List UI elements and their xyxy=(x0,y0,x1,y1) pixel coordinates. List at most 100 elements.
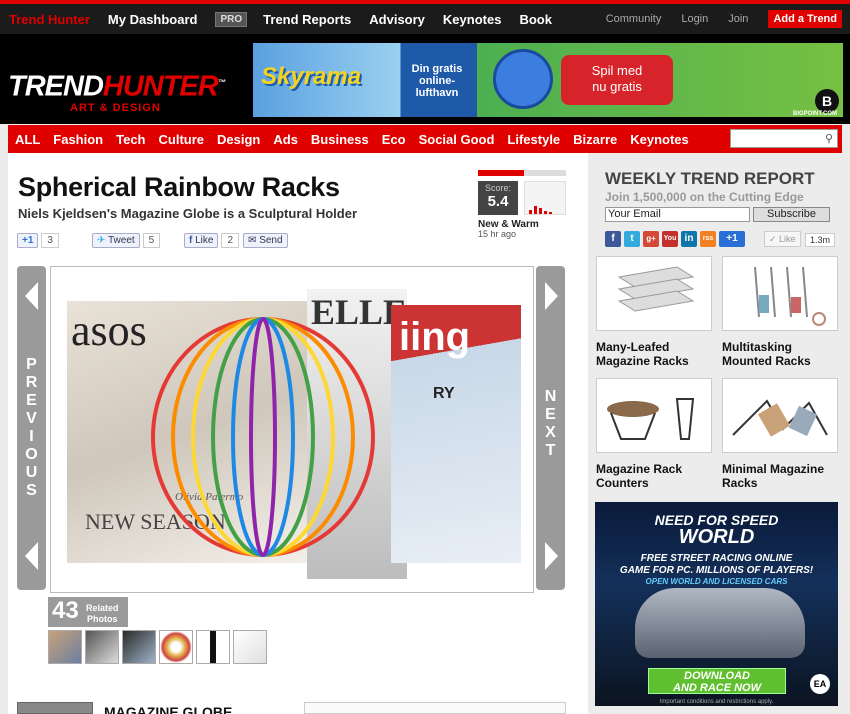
rss-icon[interactable]: rss xyxy=(700,231,716,247)
cat-eco[interactable]: Eco xyxy=(382,132,406,147)
section-heading: MAGAZINE GLOBE xyxy=(104,704,233,714)
thumbnail[interactable] xyxy=(48,630,82,664)
download-line2: AND RACE NOW xyxy=(673,682,761,694)
ad-line5: OPEN WORLD AND LICENSED CARS xyxy=(645,577,788,586)
cat-bizarre[interactable]: Bizarre xyxy=(573,132,617,147)
nfs-world-ad[interactable]: NEED FOR SPEED WORLD FREE STREET RACING … xyxy=(595,502,838,706)
related-card-caption[interactable]: Multitasking Mounted Racks xyxy=(722,340,838,368)
youtube-icon[interactable]: You xyxy=(662,231,678,247)
download-line1: DOWNLOAD xyxy=(684,670,750,682)
cat-ads[interactable]: Ads xyxy=(273,132,298,147)
cat-keynotes[interactable]: Keynotes xyxy=(630,132,689,147)
related-photos-count[interactable]: 43 Related Photos xyxy=(48,597,128,627)
trend-bar xyxy=(534,206,537,214)
search-icon[interactable]: ⚲ xyxy=(825,132,833,145)
related-card-caption[interactable]: Many-Leafed Magazine Racks xyxy=(596,340,712,368)
minimal-rack-illustration xyxy=(732,399,828,437)
gplus-button[interactable]: +1 xyxy=(17,232,39,248)
category-navigation: ALL Fashion Tech Culture Design Ads Busi… xyxy=(8,125,842,153)
tweet-share[interactable]: ✈ Tweet 5 xyxy=(92,232,161,248)
search-input[interactable]: ⚲ xyxy=(730,129,838,148)
photos-label: Photos xyxy=(87,614,118,624)
globe-ring xyxy=(231,317,295,557)
banner-line2: online-lufthavn xyxy=(415,75,459,99)
thumbnail[interactable] xyxy=(159,630,193,664)
globe-ring xyxy=(151,317,375,557)
cat-business[interactable]: Business xyxy=(311,132,369,147)
related-card-image[interactable] xyxy=(596,378,712,453)
related-card[interactable]: Magazine Rack Counters xyxy=(596,378,712,490)
related-card-image[interactable] xyxy=(596,256,712,331)
site-header: TRENDHUNTER™ ART & DESIGN Skyrama Din gr… xyxy=(0,34,850,124)
cat-all[interactable]: ALL xyxy=(15,132,40,147)
score-box: Score: 5.4 xyxy=(478,181,518,215)
previous-arrow-icon xyxy=(25,282,38,310)
gplus-share[interactable]: +1 3 xyxy=(17,232,59,248)
related-card[interactable]: Minimal Magazine Racks xyxy=(722,378,838,490)
spil-med-button[interactable]: Spil med nu gratis xyxy=(561,55,673,105)
trend-hunter-logo[interactable]: TRENDHUNTER™ ART & DESIGN xyxy=(8,68,226,114)
send-button[interactable]: ✉ Send xyxy=(243,232,288,248)
nav-advisory[interactable]: Advisory xyxy=(369,12,425,27)
bigpoint-logo-icon: B xyxy=(815,89,839,113)
cat-design[interactable]: Design xyxy=(217,132,260,147)
like-button[interactable]: f Like xyxy=(184,232,219,248)
section-thumbnail[interactable] xyxy=(17,702,93,714)
post-age: 15 hr ago xyxy=(478,229,517,239)
skyrama-ad-banner[interactable]: Skyrama Din gratis online-lufthavn Spil … xyxy=(253,43,843,117)
previous-label: PREVIOUS xyxy=(25,356,38,499)
cat-lifestyle[interactable]: Lifestyle xyxy=(507,132,560,147)
nav-community[interactable]: Community xyxy=(606,13,662,25)
thumbnail[interactable] xyxy=(196,630,230,664)
nav-join[interactable]: Join xyxy=(728,13,748,25)
subscribe-button[interactable]: Subscribe xyxy=(753,207,830,222)
related-card-image[interactable] xyxy=(722,378,838,453)
pro-badge[interactable]: PRO xyxy=(215,11,248,27)
facebook-icon[interactable]: f xyxy=(605,231,621,247)
like-label: Like xyxy=(195,234,214,246)
next-button[interactable]: NEXT xyxy=(536,266,565,590)
thumbnail[interactable] xyxy=(85,630,119,664)
previous-button[interactable]: PREVIOUS xyxy=(17,266,46,590)
cat-fashion[interactable]: Fashion xyxy=(53,132,103,147)
cat-culture[interactable]: Culture xyxy=(159,132,205,147)
cat-social-good[interactable]: Social Good xyxy=(419,132,495,147)
score-label: Score: xyxy=(484,183,511,193)
trend-bar xyxy=(539,208,542,214)
related-card-image[interactable] xyxy=(722,256,838,331)
email-field[interactable]: Your Email xyxy=(605,207,750,222)
mag3-cover-line: RY xyxy=(433,385,455,402)
nav-trend-reports[interactable]: Trend Reports xyxy=(263,12,351,27)
nav-login[interactable]: Login xyxy=(681,13,708,25)
main-photo[interactable]: asos Olivia Palermo NEW SEASON ELLE iing… xyxy=(50,266,534,593)
download-button[interactable]: DOWNLOAD AND RACE NOW xyxy=(648,668,786,694)
nav-keynotes[interactable]: Keynotes xyxy=(443,12,502,27)
page-subtitle: Niels Kjeldsen's Magazine Globe is a Scu… xyxy=(18,206,358,221)
related-card-caption[interactable]: Minimal Magazine Racks xyxy=(722,462,838,490)
logo-hunter: HUNTER xyxy=(102,70,219,103)
nav-book[interactable]: Book xyxy=(519,12,552,27)
mounted-rack-illustration xyxy=(754,266,826,326)
ad-line3: FREE STREET RACING ONLINE xyxy=(640,553,793,564)
linkedin-icon[interactable]: in xyxy=(681,231,697,247)
thumbnail[interactable] xyxy=(233,630,267,664)
related-card-caption[interactable]: Magazine Rack Counters xyxy=(596,462,712,490)
nav-trend-hunter[interactable]: Trend Hunter xyxy=(9,12,90,27)
spil-line1: Spil med xyxy=(591,63,643,78)
nav-my-dashboard[interactable]: My Dashboard xyxy=(108,12,198,27)
cat-tech[interactable]: Tech xyxy=(116,132,145,147)
add-a-trend-button[interactable]: Add a Trend xyxy=(768,10,842,28)
tweet-button[interactable]: ✈ Tweet xyxy=(92,232,140,248)
photo-gallery: PREVIOUS asos Olivia Palermo NEW SEASON … xyxy=(17,266,565,594)
facebook-like[interactable]: f Like 2 ✉ Send xyxy=(184,232,288,248)
sidebar-like-button[interactable]: ✓ Like xyxy=(764,231,801,247)
social-links: f t g+ You in rss +1 xyxy=(605,231,748,247)
google-plus-icon[interactable]: g+ xyxy=(643,231,659,247)
related-card[interactable]: Many-Leafed Magazine Racks xyxy=(596,256,712,368)
thumbnail[interactable] xyxy=(122,630,156,664)
gplus-button[interactable]: +1 xyxy=(719,231,745,247)
related-card[interactable]: Multitasking Mounted Racks xyxy=(722,256,838,368)
next-arrow-icon xyxy=(545,542,558,570)
twitter-icon: ✈ xyxy=(97,234,108,246)
twitter-icon[interactable]: t xyxy=(624,231,640,247)
